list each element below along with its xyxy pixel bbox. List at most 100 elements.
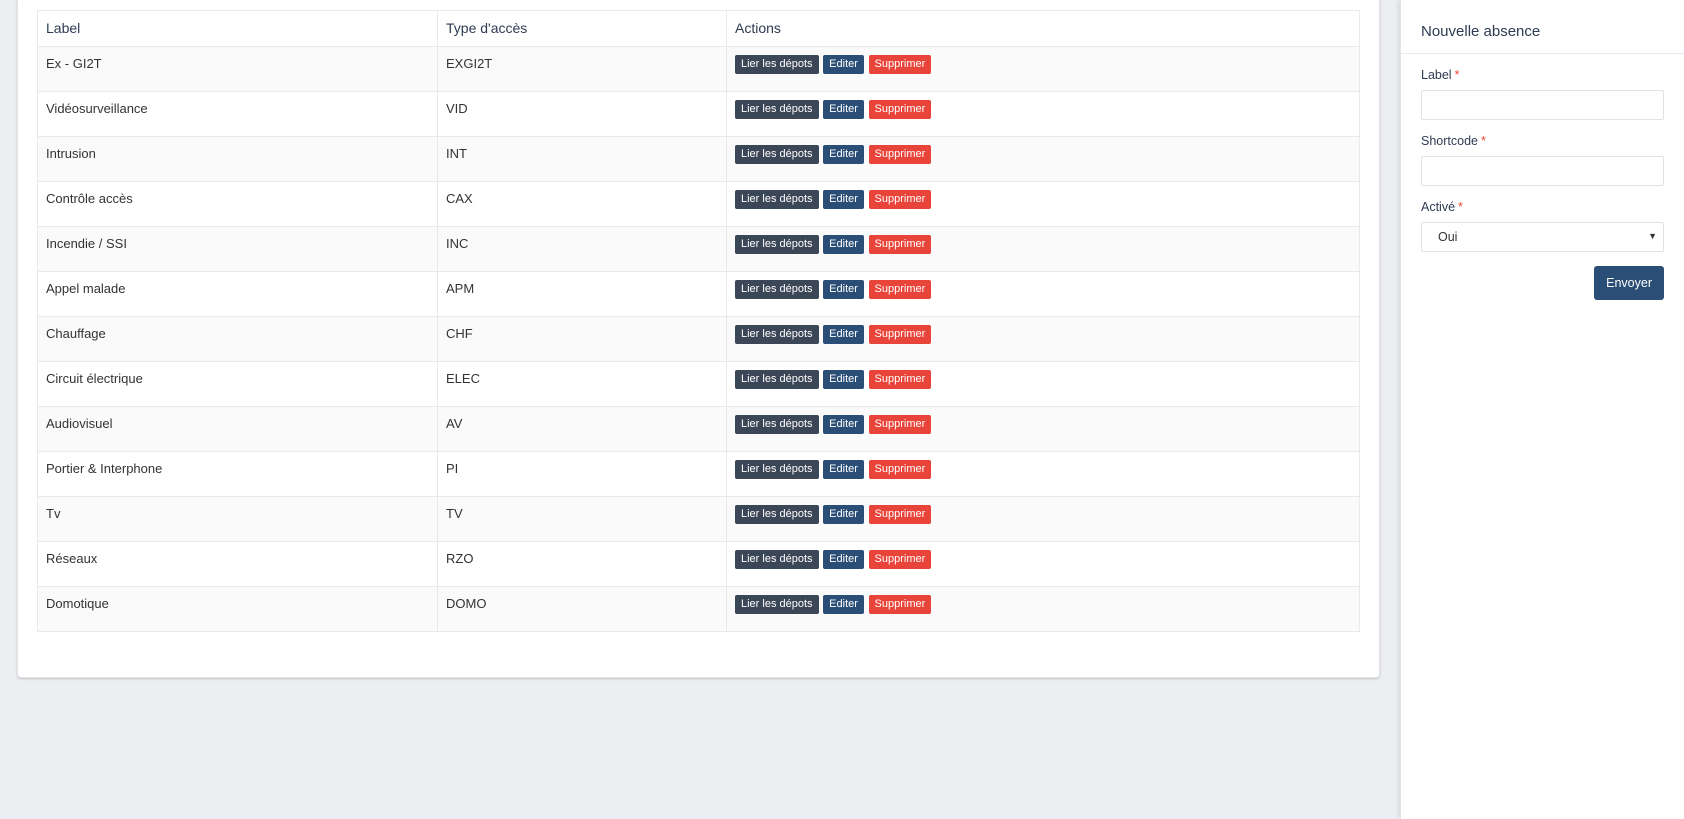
row-label: Contrôle accès <box>37 181 438 227</box>
row-type: APM <box>437 271 727 317</box>
row-type: AV <box>437 406 727 452</box>
row-actions: Lier les dépots Editer Supprimer <box>726 271 1360 317</box>
table-row: Appel malade APM Lier les dépots Editer Su… <box>37 271 1360 317</box>
delete-button[interactable]: Supprimer <box>868 415 932 434</box>
delete-button[interactable]: Supprimer <box>868 460 932 479</box>
required-mark: * <box>1454 68 1460 82</box>
table-body: Ex - GI2T EXGI2T Lier les dépots Editer Su… <box>37 46 1360 632</box>
submit-button[interactable]: Envoyer <box>1594 266 1664 300</box>
label-field-label: Label * <box>1421 68 1664 84</box>
table-row: Tv TV Lier les dépots Editer Supprimer <box>37 496 1360 542</box>
row-label: Vidéosurveillance <box>37 91 438 137</box>
row-label: Audiovisuel <box>37 406 438 452</box>
link-depots-button[interactable]: Lier les dépots <box>735 190 819 209</box>
table-row: Vidéosurveillance VID Lier les dépots Edit… <box>37 91 1360 137</box>
delete-button[interactable]: Supprimer <box>868 100 932 119</box>
label-input[interactable] <box>1421 90 1664 120</box>
table-row: Circuit électrique ELEC Lier les dépots Ed… <box>37 361 1360 407</box>
link-depots-button[interactable]: Lier les dépots <box>735 460 819 479</box>
required-mark: * <box>1458 200 1463 214</box>
link-depots-button[interactable]: Lier les dépots <box>735 595 819 614</box>
delete-button[interactable]: Supprimer <box>868 595 932 614</box>
delete-button[interactable]: Supprimer <box>868 325 932 344</box>
delete-button[interactable]: Supprimer <box>868 145 932 164</box>
access-types-table: Label Type d'accès Actions Ex - GI2T EXGI… <box>37 10 1360 632</box>
row-actions: Lier les dépots Editer Supprimer <box>726 316 1360 362</box>
delete-button[interactable]: Supprimer <box>868 280 932 299</box>
edit-button[interactable]: Editer <box>823 190 864 209</box>
shortcode-field-text: Shortcode <box>1421 134 1478 148</box>
table-row: Intrusion INT Lier les dépots Editer Suppr… <box>37 136 1360 182</box>
row-actions: Lier les dépots Editer Supprimer <box>726 586 1360 632</box>
edit-button[interactable]: Editer <box>823 325 864 344</box>
row-actions: Lier les dépots Editer Supprimer <box>726 361 1360 407</box>
shortcode-input[interactable] <box>1421 156 1664 186</box>
link-depots-button[interactable]: Lier les dépots <box>735 235 819 254</box>
row-actions: Lier les dépots Editer Supprimer <box>726 46 1360 92</box>
submit-row: Envoyer <box>1401 266 1684 300</box>
row-actions: Lier les dépots Editer Supprimer <box>726 541 1360 587</box>
label-field-text: Label <box>1421 68 1452 82</box>
row-actions: Lier les dépots Editer Supprimer <box>726 181 1360 227</box>
header-label: Label <box>37 10 438 47</box>
row-label: Portier & Interphone <box>37 451 438 497</box>
edit-button[interactable]: Editer <box>823 370 864 389</box>
header-actions: Actions <box>726 10 1360 47</box>
table-row: Incendie / SSI INC Lier les dépots Editer … <box>37 226 1360 272</box>
edit-button[interactable]: Editer <box>823 145 864 164</box>
link-depots-button[interactable]: Lier les dépots <box>735 100 819 119</box>
row-label: Réseaux <box>37 541 438 587</box>
link-depots-button[interactable]: Lier les dépots <box>735 145 819 164</box>
row-type: TV <box>437 496 727 542</box>
edit-button[interactable]: Editer <box>823 505 864 524</box>
row-actions: Lier les dépots Editer Supprimer <box>726 226 1360 272</box>
row-type: DOMO <box>437 586 727 632</box>
row-type: INC <box>437 226 727 272</box>
row-label: Circuit électrique <box>37 361 438 407</box>
delete-button[interactable]: Supprimer <box>868 55 932 74</box>
row-type: EXGI2T <box>437 46 727 92</box>
row-type: INT <box>437 136 727 182</box>
delete-button[interactable]: Supprimer <box>868 505 932 524</box>
table-row: Ex - GI2T EXGI2T Lier les dépots Editer Su… <box>37 46 1360 92</box>
delete-button[interactable]: Supprimer <box>868 235 932 254</box>
link-depots-button[interactable]: Lier les dépots <box>735 550 819 569</box>
new-absence-panel: Nouvelle absence Label * Shortcode * Activ… <box>1400 0 1684 819</box>
shortcode-field-label: Shortcode * <box>1421 134 1664 150</box>
active-select[interactable]: Oui ▼ <box>1421 222 1664 252</box>
edit-button[interactable]: Editer <box>823 415 864 434</box>
link-depots-button[interactable]: Lier les dépots <box>735 325 819 344</box>
edit-button[interactable]: Editer <box>823 55 864 74</box>
link-depots-button[interactable]: Lier les dépots <box>735 415 819 434</box>
row-type: PI <box>437 451 727 497</box>
row-actions: Lier les dépots Editer Supprimer <box>726 406 1360 452</box>
caret-down-icon: ▼ <box>1648 231 1657 241</box>
active-field-text: Activé <box>1421 200 1456 214</box>
row-label: Domotique <box>37 586 438 632</box>
absence-form: Label * Shortcode * Activé * Oui ▼ <box>1401 68 1684 252</box>
edit-button[interactable]: Editer <box>823 235 864 254</box>
row-type: RZO <box>437 541 727 587</box>
edit-button[interactable]: Editer <box>823 550 864 569</box>
link-depots-button[interactable]: Lier les dépots <box>735 55 819 74</box>
delete-button[interactable]: Supprimer <box>868 190 932 209</box>
content-card: Label Type d'accès Actions Ex - GI2T EXGI… <box>17 0 1380 678</box>
table-row: Domotique DOMO Lier les dépots Editer Supp… <box>37 586 1360 632</box>
delete-button[interactable]: Supprimer <box>868 550 932 569</box>
table-row: Portier & Interphone PI Lier les dépots Ed… <box>37 451 1360 497</box>
edit-button[interactable]: Editer <box>823 460 864 479</box>
edit-button[interactable]: Editer <box>823 280 864 299</box>
link-depots-button[interactable]: Lier les dépots <box>735 280 819 299</box>
link-depots-button[interactable]: Lier les dépots <box>735 370 819 389</box>
delete-button[interactable]: Supprimer <box>868 370 932 389</box>
edit-button[interactable]: Editer <box>823 100 864 119</box>
table-row: Réseaux RZO Lier les dépots Editer Supprim… <box>37 541 1360 587</box>
row-label: Chauffage <box>37 316 438 362</box>
row-actions: Lier les dépots Editer Supprimer <box>726 136 1360 182</box>
header-type: Type d'accès <box>437 10 727 47</box>
row-label: Tv <box>37 496 438 542</box>
edit-button[interactable]: Editer <box>823 595 864 614</box>
required-mark: * <box>1480 134 1486 148</box>
row-label: Incendie / SSI <box>37 226 438 272</box>
link-depots-button[interactable]: Lier les dépots <box>735 505 819 524</box>
